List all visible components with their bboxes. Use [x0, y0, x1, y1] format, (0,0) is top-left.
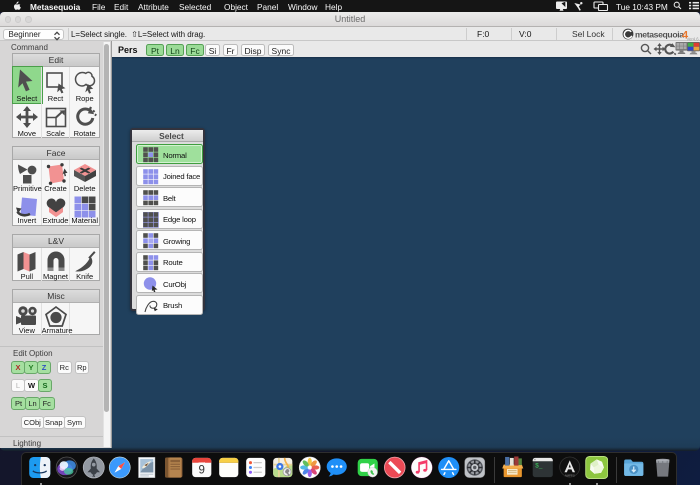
svg-text:9: 9 [198, 464, 204, 476]
svg-text:AMPPS: AMPPS [564, 473, 574, 477]
svg-text:metasequoia: metasequoia [635, 30, 684, 40]
svg-text:$_: $_ [535, 462, 543, 469]
